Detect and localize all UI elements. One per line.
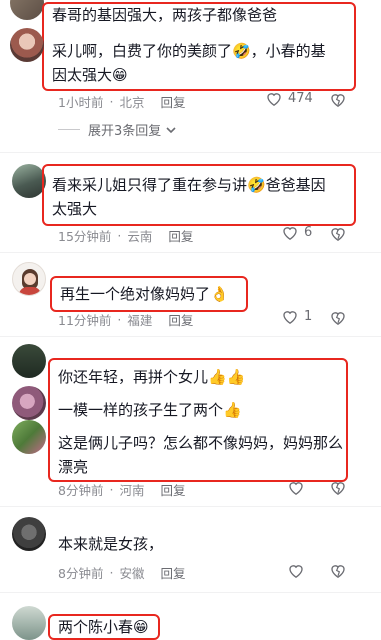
like-button[interactable]: 1: [282, 309, 312, 324]
comment-time: 1小时前: [58, 95, 104, 110]
divider: [0, 336, 381, 337]
avatar[interactable]: [12, 420, 46, 454]
comment-text: 太强大: [52, 200, 98, 218]
comment-location: 河南: [119, 483, 145, 498]
like-count: 1: [304, 309, 313, 324]
avatar[interactable]: [10, 0, 44, 20]
divider: [0, 506, 381, 507]
comment-time: 8分钟前: [58, 566, 104, 581]
comment-text: 漂亮: [58, 458, 89, 476]
broken-heart-icon[interactable]: [330, 480, 346, 495]
comment-meta: 8分钟前 · 安徽 回复: [58, 563, 186, 582]
expand-replies-button[interactable]: 展开3条回复: [58, 120, 177, 139]
comment-text: 两个陈小春😁: [58, 618, 149, 636]
heart-outline-icon: [283, 311, 297, 324]
avatar[interactable]: [12, 164, 46, 198]
comment-meta: 11分钟前 · 福建 回复: [58, 310, 194, 329]
broken-heart-icon[interactable]: [330, 92, 346, 107]
comment-text: 这是俩儿子吗？怎么都不像妈妈，妈妈那么: [58, 434, 344, 452]
comment-meta: 8分钟前 · 河南 回复: [58, 480, 186, 499]
comment-time: 15分钟前: [58, 229, 112, 244]
comment-meta: 15分钟前 · 云南 回复: [58, 226, 194, 245]
comment-meta: 1小时前 · 北京 回复: [58, 92, 186, 111]
avatar[interactable]: [12, 386, 46, 420]
comment-text: 春哥的基因强大，两孩子都像爸爸: [52, 6, 278, 24]
like-button[interactable]: 6: [282, 225, 312, 240]
chevron-down-icon: [166, 126, 176, 133]
expand-replies-label: 展开3条回复: [88, 124, 162, 139]
divider: [0, 252, 381, 253]
comment-text: 看来采儿姐只得了重在参与讲🤣爸爸基因: [52, 176, 326, 194]
comment-location: 云南: [127, 229, 153, 244]
divider: [0, 152, 381, 153]
expand-line: [58, 129, 80, 130]
heart-outline-icon[interactable]: [288, 480, 304, 495]
comment-location: 北京: [119, 95, 145, 110]
like-count: 474: [288, 91, 313, 106]
comment-text: 采儿啊，白费了你的美颜了🤣，小春的基: [52, 42, 326, 60]
avatar[interactable]: [12, 606, 46, 640]
comment-text: 再生一个绝对像妈妈了👌: [60, 285, 229, 303]
comment-time: 8分钟前: [58, 483, 104, 498]
avatar[interactable]: [12, 262, 46, 296]
reply-button[interactable]: 回复: [168, 226, 193, 245]
broken-heart-icon[interactable]: [330, 563, 346, 578]
heart-outline-icon[interactable]: [288, 563, 304, 578]
reply-button[interactable]: 回复: [160, 480, 185, 499]
comment-location: 福建: [127, 313, 153, 328]
comment-location: 安徽: [119, 566, 145, 581]
avatar[interactable]: [12, 344, 46, 378]
comment-text: 本来就是女孩，: [58, 535, 164, 553]
comment-text: 你还年轻，再拼个女儿👍👍: [58, 368, 246, 386]
comment-text: 因太强大😁: [52, 66, 128, 84]
reply-button[interactable]: 回复: [160, 563, 185, 582]
comment-text: 一模一样的孩子生了两个👍: [58, 401, 242, 419]
like-button[interactable]: 474: [266, 91, 313, 106]
heart-outline-icon: [267, 93, 281, 106]
comment-time: 11分钟前: [58, 313, 112, 328]
divider: [0, 592, 381, 593]
avatar[interactable]: [12, 517, 46, 551]
reply-button[interactable]: 回复: [168, 310, 193, 329]
broken-heart-icon[interactable]: [330, 310, 346, 325]
heart-outline-icon: [283, 227, 297, 240]
like-count: 6: [304, 225, 313, 240]
avatar[interactable]: [10, 28, 44, 62]
reply-button[interactable]: 回复: [160, 92, 185, 111]
broken-heart-icon[interactable]: [330, 226, 346, 241]
